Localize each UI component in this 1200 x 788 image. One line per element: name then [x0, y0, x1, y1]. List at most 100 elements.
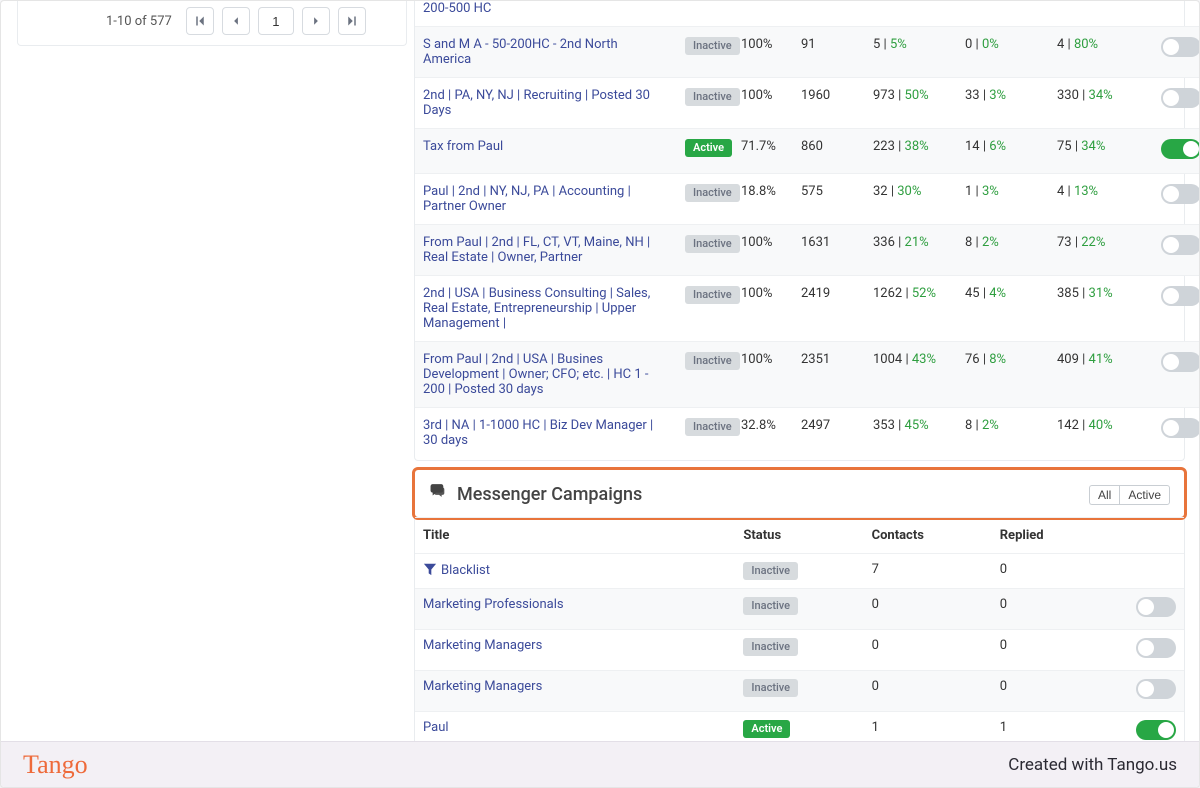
messenger-campaigns-card: Messenger Campaigns All Active Title Sta… — [414, 469, 1185, 753]
stat3-cell: 142 | 40% — [1049, 408, 1149, 459]
campaign-toggle[interactable] — [1161, 286, 1200, 306]
messenger-toggle[interactable] — [1136, 597, 1176, 617]
campaign-title-link[interactable]: Tax from Paul — [423, 139, 503, 154]
messenger-table: Title Status Contacts Replied BlacklistI… — [415, 517, 1184, 752]
percent-cell: 100% — [733, 276, 793, 342]
stat1-cell: 223 | 38% — [865, 129, 957, 174]
stat1-cell: 353 | 45% — [865, 408, 957, 459]
status-badge: Inactive — [685, 184, 740, 202]
campaign-toggle[interactable] — [1161, 88, 1200, 108]
campaign-title-link[interactable]: 200-500 HC — [423, 1, 491, 16]
messenger-title-link[interactable]: Marketing Managers — [423, 679, 542, 694]
stat2-cell: 8 | 2% — [957, 225, 1049, 276]
status-badge: Inactive — [743, 638, 798, 656]
messenger-toggle[interactable] — [1136, 638, 1176, 658]
status-badge: Active — [685, 139, 732, 157]
percent-cell: 100% — [733, 342, 793, 408]
campaign-toggle[interactable] — [1161, 184, 1200, 204]
table-row: Marketing Professionals Inactive 00 — [415, 589, 1184, 630]
filter-icon — [423, 563, 441, 578]
page-last-button[interactable] — [338, 7, 366, 35]
messenger-contacts: 7 — [864, 554, 992, 589]
contacts-cell: 91 — [793, 27, 865, 78]
messenger-contacts: 0 — [864, 630, 992, 671]
table-row: From Paul | 2nd | USA | Busines Developm… — [415, 342, 1200, 408]
stat3-cell: 330 | 34% — [1049, 78, 1149, 129]
table-row: Paul | 2nd | NY, NJ, PA | Accounting | P… — [415, 174, 1200, 225]
campaigns-table: 200-500 HC S and M A - 50-200HC - 2nd No… — [415, 1, 1200, 458]
campaign-toggle[interactable] — [1161, 139, 1200, 159]
filter-all-button[interactable]: All — [1089, 485, 1119, 505]
stat1-cell: 5 | 5% — [865, 27, 957, 78]
stat3-cell: 409 | 41% — [1049, 342, 1149, 408]
contacts-cell: 1631 — [793, 225, 865, 276]
stat3-cell: 75 | 34% — [1049, 129, 1149, 174]
campaign-toggle[interactable] — [1161, 37, 1200, 57]
percent-cell: 100% — [733, 27, 793, 78]
percent-cell: 71.7% — [733, 129, 793, 174]
contacts-cell: 2497 — [793, 408, 865, 459]
stat3-cell: 385 | 31% — [1049, 276, 1149, 342]
stat2-cell: 76 | 8% — [957, 342, 1049, 408]
messenger-title-link[interactable]: Marketing Professionals — [423, 597, 564, 612]
stat1-cell: 32 | 30% — [865, 174, 957, 225]
table-row: BlacklistInactive70 — [415, 554, 1184, 589]
status-badge: Inactive — [743, 597, 798, 615]
status-badge: Inactive — [685, 235, 740, 253]
campaign-title-link[interactable]: 3rd | NA | 1-1000 HC | Biz Dev Manager |… — [423, 418, 653, 448]
messenger-replied: 0 — [992, 630, 1120, 671]
table-row: 2nd | PA, NY, NJ | Recruiting | Posted 3… — [415, 78, 1200, 129]
stat3-cell: 73 | 22% — [1049, 225, 1149, 276]
messenger-replied: 0 — [992, 554, 1120, 589]
footer-credit: Created with Tango.us — [1008, 755, 1177, 775]
percent-cell: 18.8% — [733, 174, 793, 225]
campaign-title-link[interactable]: Paul | 2nd | NY, NJ, PA | Accounting | P… — [423, 184, 631, 214]
messenger-title-link[interactable]: Blacklist — [441, 563, 490, 578]
messenger-title-link[interactable]: Marketing Managers — [423, 638, 542, 653]
messenger-toggle[interactable] — [1136, 679, 1176, 699]
page-number-input[interactable] — [258, 7, 294, 35]
table-row: 3rd | NA | 1-1000 HC | Biz Dev Manager |… — [415, 408, 1200, 459]
percent-cell: 100% — [733, 78, 793, 129]
stat1-cell: 336 | 21% — [865, 225, 957, 276]
table-row: S and M A - 50-200HC - 2nd North America… — [415, 27, 1200, 78]
pagination-bar: 1-10 of 577 — [17, 1, 407, 46]
filter-active-button[interactable]: Active — [1119, 485, 1170, 505]
stat1-cell: 973 | 50% — [865, 78, 957, 129]
table-row: Tax from PaulActive71.7%860223 | 38%14 |… — [415, 129, 1200, 174]
stat3-cell: 4 | 80% — [1049, 27, 1149, 78]
page-prev-button[interactable] — [222, 7, 250, 35]
percent-cell: 100% — [733, 225, 793, 276]
stat1-cell: 1262 | 52% — [865, 276, 957, 342]
page-first-button[interactable] — [186, 7, 214, 35]
status-badge: Inactive — [743, 679, 798, 697]
messenger-title-link[interactable]: Paul — [423, 720, 449, 735]
contacts-cell: 2351 — [793, 342, 865, 408]
campaign-toggle[interactable] — [1161, 352, 1200, 372]
stat1-cell: 1004 | 43% — [865, 342, 957, 408]
campaign-toggle[interactable] — [1161, 418, 1200, 438]
messenger-header: Messenger Campaigns All Active — [412, 467, 1187, 520]
footer: Tango Created with Tango.us — [1, 741, 1199, 787]
messenger-filter-segment: All Active — [1089, 485, 1170, 505]
messenger-replied: 0 — [992, 589, 1120, 630]
messenger-contacts: 0 — [864, 589, 992, 630]
contacts-cell: 860 — [793, 129, 865, 174]
status-badge: Active — [743, 720, 790, 738]
table-row: From Paul | 2nd | FL, CT, VT, Maine, NH … — [415, 225, 1200, 276]
col-contacts: Contacts — [864, 518, 992, 554]
page-next-button[interactable] — [302, 7, 330, 35]
table-row: Marketing Managers Inactive 00 — [415, 630, 1184, 671]
table-row: 200-500 HC — [415, 1, 1200, 27]
messenger-toggle[interactable] — [1136, 720, 1176, 740]
campaign-title-link[interactable]: 2nd | USA | Business Consulting | Sales,… — [423, 286, 650, 331]
col-status: Status — [735, 518, 863, 554]
campaign-title-link[interactable]: From Paul | 2nd | USA | Busines Developm… — [423, 352, 649, 397]
stat3-cell: 4 | 13% — [1049, 174, 1149, 225]
campaign-title-link[interactable]: 2nd | PA, NY, NJ | Recruiting | Posted 3… — [423, 88, 650, 118]
campaign-title-link[interactable]: From Paul | 2nd | FL, CT, VT, Maine, NH … — [423, 235, 650, 265]
contacts-cell: 575 — [793, 174, 865, 225]
table-row: 2nd | USA | Business Consulting | Sales,… — [415, 276, 1200, 342]
campaign-title-link[interactable]: S and M A - 50-200HC - 2nd North America — [423, 37, 618, 67]
campaign-toggle[interactable] — [1161, 235, 1200, 255]
